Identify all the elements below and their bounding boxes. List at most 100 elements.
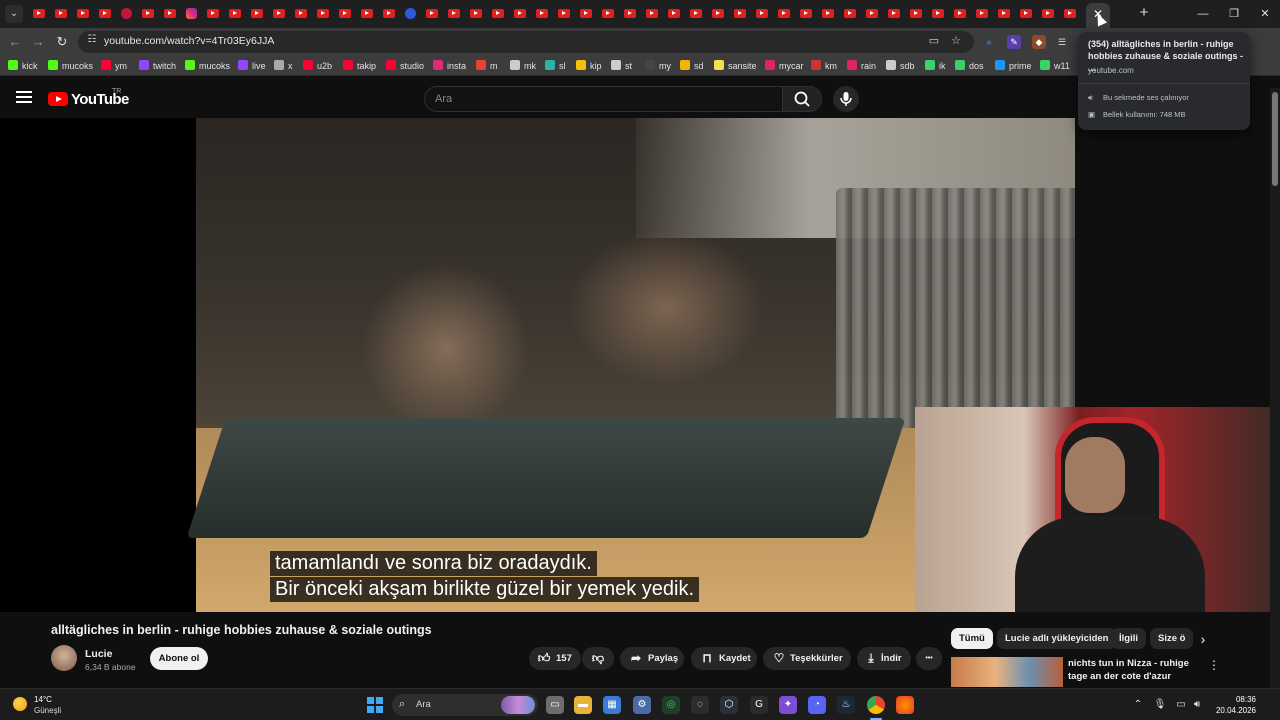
- bookmark-item[interactable]: ym: [101, 59, 127, 73]
- sun-icon[interactable]: [13, 697, 27, 711]
- bookmark-item[interactable]: dos: [955, 59, 984, 73]
- tab-favicon[interactable]: [339, 9, 351, 18]
- tab-favicon[interactable]: [207, 9, 219, 18]
- clock-time[interactable]: 08:36: [1226, 695, 1256, 704]
- chevron-up-icon[interactable]: ⌃: [1131, 698, 1145, 712]
- volume-icon[interactable]: 🔊︎: [1190, 698, 1204, 712]
- clock-date[interactable]: 20.04.2026: [1212, 706, 1256, 715]
- tab-favicon[interactable]: [954, 9, 966, 18]
- reload-icon[interactable]: ↻: [54, 34, 70, 50]
- taskbar-search[interactable]: ⌕ Ara: [392, 694, 538, 716]
- menu-icon[interactable]: [16, 91, 32, 103]
- shield-app-icon[interactable]: ⬡: [720, 696, 738, 714]
- tab-favicon[interactable]: [712, 9, 724, 18]
- tab-favicon[interactable]: [186, 8, 197, 19]
- settings-gear-icon[interactable]: ⚙: [633, 696, 651, 714]
- close-window-button[interactable]: ✕: [1257, 6, 1273, 22]
- bookmark-item[interactable]: km: [811, 59, 837, 73]
- tab-favicon[interactable]: [426, 9, 438, 18]
- tab-favicon[interactable]: [888, 9, 900, 18]
- tab-favicon[interactable]: [1020, 9, 1032, 18]
- dashed-app-icon[interactable]: ◌: [691, 696, 709, 714]
- share-button[interactable]: ➦ Paylaş: [620, 647, 684, 670]
- bookmark-item[interactable]: kip: [576, 59, 602, 73]
- tab-favicon[interactable]: [514, 9, 526, 18]
- tab-favicon[interactable]: [77, 9, 89, 18]
- tab-favicon[interactable]: [361, 9, 373, 18]
- bookmark-item[interactable]: mucoks: [48, 59, 93, 73]
- tab-favicon[interactable]: [668, 9, 680, 18]
- tab-favicon[interactable]: [121, 8, 132, 19]
- bookmark-item[interactable]: takip: [343, 59, 376, 73]
- tab-favicon[interactable]: [822, 9, 834, 18]
- tab-favicon[interactable]: [273, 9, 285, 18]
- extension-icon[interactable]: ◆: [1032, 35, 1046, 49]
- chip-filter[interactable]: İlgili: [1111, 628, 1146, 649]
- more-actions-button[interactable]: •••: [916, 647, 942, 670]
- tab-favicon[interactable]: [55, 9, 67, 18]
- bookmark-item[interactable]: mucoks: [185, 59, 230, 73]
- weather-description[interactable]: Güneşli: [34, 706, 61, 715]
- tab-favicon[interactable]: [976, 9, 988, 18]
- search-input[interactable]: Ara: [424, 86, 782, 112]
- chip-filter[interactable]: Lucie adlı yükleyiciden: [997, 628, 1117, 649]
- file-explorer-icon[interactable]: ▬: [574, 696, 592, 714]
- discord-icon[interactable]: ◔: [808, 696, 826, 714]
- forward-icon[interactable]: →: [30, 34, 46, 50]
- voice-search-button[interactable]: [833, 86, 859, 112]
- tab-favicon[interactable]: [778, 9, 790, 18]
- thanks-button[interactable]: ♡ Teşekkürler: [763, 647, 851, 670]
- tab-favicon[interactable]: [734, 9, 746, 18]
- windows-start-icon[interactable]: [367, 697, 383, 713]
- tab-favicon[interactable]: [536, 9, 548, 18]
- bookmark-item[interactable]: st: [611, 59, 632, 73]
- extension-stack-icon[interactable]: ☰: [1055, 35, 1069, 49]
- tab-favicon[interactable]: [756, 9, 768, 18]
- steam-icon[interactable]: ♨: [837, 696, 855, 714]
- minimize-button[interactable]: —: [1195, 6, 1211, 22]
- tab-favicon[interactable]: [295, 9, 307, 18]
- extension-translate-icon[interactable]: »: [982, 35, 996, 49]
- tab-favicon[interactable]: [866, 9, 878, 18]
- tab-favicon[interactable]: [33, 9, 45, 18]
- bookmark-item[interactable]: studio: [386, 59, 424, 73]
- extension-pen-icon[interactable]: ✎: [1007, 35, 1021, 49]
- bookmark-item[interactable]: kick: [8, 59, 38, 73]
- bookmark-item[interactable]: rain: [847, 59, 876, 73]
- tab-favicon[interactable]: [602, 9, 614, 18]
- bookmark-item[interactable]: u2b: [303, 59, 332, 73]
- tab-favicon[interactable]: [142, 9, 154, 18]
- tab-favicon[interactable]: [492, 9, 504, 18]
- scrollbar-thumb[interactable]: [1272, 92, 1278, 186]
- tab-favicon[interactable]: [910, 9, 922, 18]
- tab-favicon[interactable]: [932, 9, 944, 18]
- recommended-thumbnail[interactable]: [951, 657, 1063, 687]
- tab-favicon[interactable]: [448, 9, 460, 18]
- channel-avatar[interactable]: [51, 645, 77, 671]
- network-icon[interactable]: ▭: [1174, 698, 1188, 712]
- tab-favicon[interactable]: [383, 9, 395, 18]
- search-button[interactable]: [782, 86, 822, 112]
- new-tab-button[interactable]: +: [1136, 5, 1152, 21]
- tab-favicon[interactable]: [317, 9, 329, 18]
- back-icon[interactable]: ←: [7, 34, 23, 50]
- chrome-icon[interactable]: [867, 696, 885, 714]
- bookmark-item[interactable]: m: [476, 59, 498, 73]
- save-button[interactable]: ⊓ Kaydet: [691, 647, 757, 670]
- firefox-icon[interactable]: [896, 696, 914, 714]
- chip-filter[interactable]: Size ö: [1150, 628, 1194, 649]
- video-player[interactable]: tamamlandı ve sonra biz oradaydık. Bir ö…: [0, 118, 1075, 612]
- url-text[interactable]: youtube.com/watch?v=4Tr03Ey6JJA: [104, 35, 274, 47]
- purple-app-icon[interactable]: ✦: [779, 696, 797, 714]
- tab-favicon[interactable]: [1064, 9, 1076, 18]
- task-view-icon[interactable]: ▭: [546, 696, 564, 714]
- like-button[interactable]: 👍︎ 157: [529, 647, 581, 670]
- tab-favicon[interactable]: [998, 9, 1010, 18]
- tab-favicon[interactable]: [646, 9, 658, 18]
- tab-favicon[interactable]: [690, 9, 702, 18]
- bookmark-item[interactable]: ik: [925, 59, 946, 73]
- bookmark-item[interactable]: sd: [680, 59, 704, 73]
- bookmark-item[interactable]: my: [645, 59, 671, 73]
- tab-favicon[interactable]: [229, 9, 241, 18]
- tab-favicon[interactable]: [580, 9, 592, 18]
